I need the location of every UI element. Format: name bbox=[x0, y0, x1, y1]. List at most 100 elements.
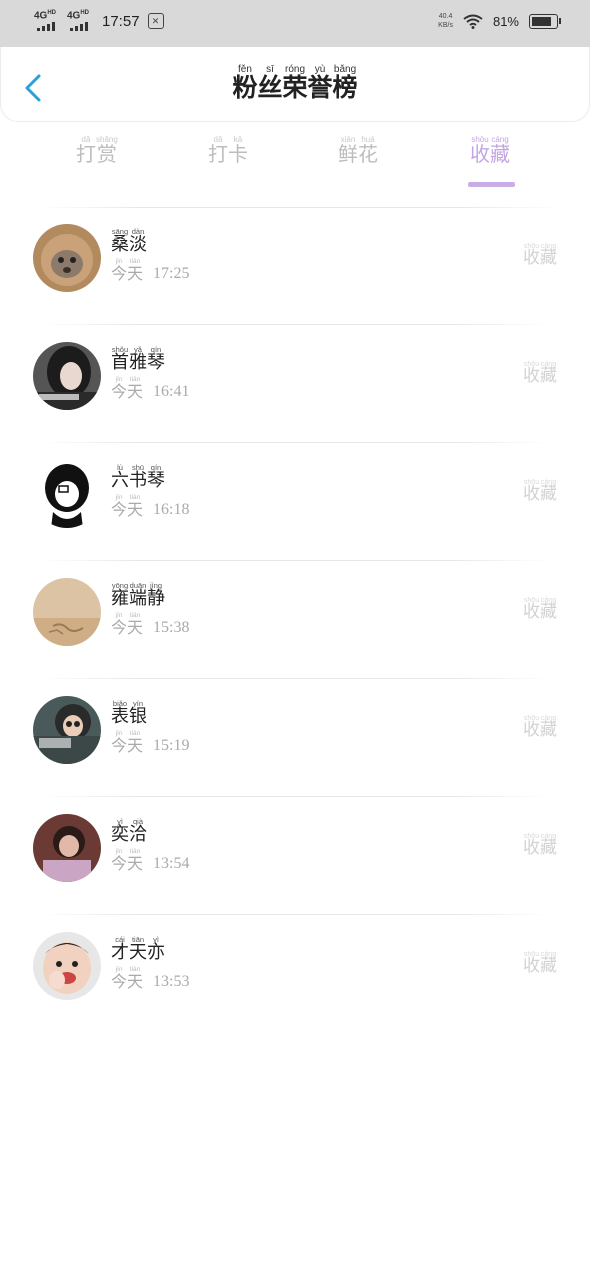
status-time: 17:57 bbox=[102, 12, 140, 30]
ruby-char: cáng 藏 bbox=[540, 833, 557, 858]
hanzi: 才 bbox=[111, 941, 129, 963]
time-value: 15:38 bbox=[153, 618, 190, 636]
hanzi: 卡 bbox=[228, 142, 248, 166]
ruby-char: xiān 鲜 bbox=[338, 136, 358, 165]
ruby-char: shǒu 首 bbox=[111, 346, 129, 372]
tab-reward[interactable]: dǎ 打 shǎng 赏 bbox=[76, 136, 118, 165]
hanzi: 琴 bbox=[147, 469, 165, 491]
hanzi: 藏 bbox=[540, 720, 557, 740]
hanzi: 雅 bbox=[129, 351, 147, 373]
ruby-char: yǎ 雅 bbox=[129, 346, 147, 372]
ruby-char: shōu 收 bbox=[523, 715, 540, 740]
list-item[interactable]: cái 才 tiān 天 yì 亦 jīn 今 tiān 天 13:53 shōu 收 cáng 藏 bbox=[0, 915, 590, 1033]
list-item[interactable]: sāng 桑 dàn 淡 jīn 今 tiān 天 17:25 shōu 收 cáng 藏 bbox=[0, 207, 590, 325]
day-label: jīn 今 tiān 天 bbox=[111, 376, 143, 401]
ruby-char: qín 琴 bbox=[147, 464, 165, 490]
hanzi: 花 bbox=[358, 142, 378, 166]
favorite-label: shōu 收 cáng 藏 bbox=[523, 243, 557, 268]
list-item[interactable]: biǎo 表 yín 银 jīn 今 tiān 天 15:19 shōu 收 cáng 藏 bbox=[0, 679, 590, 797]
battery-percent: 81% bbox=[492, 13, 519, 29]
ruby-char: jīn 今 bbox=[111, 376, 128, 401]
ruby-char: tiān 天 bbox=[127, 494, 143, 518]
ruby-char: lù 六 bbox=[111, 464, 129, 490]
hanzi: 首 bbox=[111, 351, 129, 373]
hanzi: 今 bbox=[111, 617, 128, 637]
avatar[interactable] bbox=[33, 696, 101, 764]
ruby-char: cáng 藏 bbox=[540, 951, 557, 976]
hanzi: 收 bbox=[470, 142, 490, 166]
hanzi: 藏 bbox=[540, 956, 557, 976]
ruby-char: sāng 桑 bbox=[111, 228, 129, 254]
day-label: jīn 今 tiān 天 bbox=[111, 612, 143, 637]
network-speed: 40.4 KB/s bbox=[438, 13, 453, 29]
ruby-char: fěn 粉 bbox=[232, 65, 257, 101]
hanzi: 今 bbox=[111, 853, 128, 873]
hanzi: 静 bbox=[147, 587, 165, 609]
battery-icon bbox=[529, 13, 561, 29]
ruby-char: cáng 藏 bbox=[540, 597, 557, 622]
ruby-char: tiān 天 bbox=[127, 730, 144, 755]
avatar[interactable] bbox=[33, 342, 101, 410]
hanzi: 银 bbox=[129, 705, 147, 727]
ruby-char: tiān 天 bbox=[127, 966, 143, 990]
user-name: cái 才 tiān 天 yì 亦 bbox=[111, 936, 165, 962]
avatar[interactable] bbox=[33, 932, 101, 1000]
hanzi: 藏 bbox=[540, 366, 557, 386]
ruby-char: yōng 雍 bbox=[111, 582, 129, 608]
ruby-char: shōu 收 bbox=[523, 361, 540, 386]
favorite-label: shōu 收 cáng 藏 bbox=[523, 833, 557, 858]
list-item[interactable]: shǒu 首 yǎ 雅 qín 琴 jīn 今 tiān 天 16:41 shōu 收 cáng 藏 bbox=[0, 325, 590, 443]
ruby-char: shōu 收 bbox=[523, 479, 540, 504]
ruby-char: jīn 今 bbox=[111, 848, 128, 873]
hanzi: 荣 bbox=[282, 73, 308, 102]
ruby-char: cáng 藏 bbox=[540, 479, 557, 504]
timestamp: jīn 今 tiān 天 15:38 bbox=[111, 612, 190, 637]
ruby-char: jīn 今 bbox=[111, 966, 127, 990]
list-item[interactable]: yōng 雍 duān 端 jìng 静 jīn 今 tiān 天 15:38 shōu 收 cáng 藏 bbox=[0, 561, 590, 679]
hanzi: 打 bbox=[208, 142, 228, 166]
hanzi: 洽 bbox=[129, 823, 147, 845]
status-bar: 4GHD 4GHD 17:57 ✕ 40.4 KB/s 81% bbox=[0, 0, 590, 47]
ruby-char: biǎo 表 bbox=[111, 700, 129, 726]
hanzi: 淡 bbox=[129, 233, 147, 255]
avatar[interactable] bbox=[33, 224, 101, 292]
user-name: lù 六 shū 书 qín 琴 bbox=[111, 464, 165, 490]
avatar[interactable] bbox=[33, 460, 101, 528]
avatar[interactable] bbox=[33, 814, 101, 882]
avatar[interactable] bbox=[33, 578, 101, 646]
time-value: 16:41 bbox=[153, 382, 190, 400]
ruby-char: duān 端 bbox=[129, 582, 147, 608]
ruby-char: jīn 今 bbox=[111, 612, 128, 637]
ruby-char: bǎng 榜 bbox=[333, 65, 358, 101]
hanzi: 收 bbox=[523, 720, 540, 740]
ruby-char: yín 银 bbox=[129, 700, 147, 726]
ruby-char: jīn 今 bbox=[111, 258, 128, 283]
signal-icon: 4GHD bbox=[67, 10, 95, 32]
wifi-icon bbox=[463, 14, 483, 29]
ruby-char: tiān 天 bbox=[127, 612, 143, 636]
tab-checkin[interactable]: dǎ 打 kǎ 卡 bbox=[208, 136, 248, 165]
hanzi: 桑 bbox=[111, 233, 129, 255]
ruby-char: yì 奕 bbox=[111, 818, 129, 844]
day-label: jīn 今 tiān 天 bbox=[111, 848, 143, 873]
timestamp: jīn 今 tiān 天 16:41 bbox=[111, 376, 190, 401]
list-item[interactable]: yì 奕 qià 洽 jīn 今 tiān 天 13:54 shōu 收 cáng 藏 bbox=[0, 797, 590, 915]
ruby-char: cáng 藏 bbox=[540, 361, 557, 386]
tab-flowers[interactable]: xiān 鲜 huā 花 bbox=[338, 136, 378, 165]
hanzi: 六 bbox=[111, 469, 129, 491]
ruby-char: kǎ 卡 bbox=[228, 136, 248, 165]
tab-favorites[interactable]: shōu 收 cáng 藏 bbox=[470, 136, 510, 165]
favorite-label: shōu 收 cáng 藏 bbox=[523, 715, 557, 740]
hanzi: 鲜 bbox=[338, 142, 358, 166]
hanzi: 藏 bbox=[540, 248, 557, 268]
hanzi: 今 bbox=[111, 381, 128, 401]
day-label: jīn 今 tiān 天 bbox=[111, 966, 143, 990]
hanzi: 今 bbox=[111, 735, 128, 755]
favorite-label: shōu 收 cáng 藏 bbox=[523, 361, 557, 386]
timestamp: jīn 今 tiān 天 16:18 bbox=[111, 494, 189, 518]
hanzi: 天 bbox=[127, 735, 144, 755]
list-item[interactable]: lù 六 shū 书 qín 琴 jīn 今 tiān 天 16:18 shōu 收 cáng 藏 bbox=[0, 443, 590, 561]
hanzi: 今 bbox=[111, 263, 128, 283]
ruby-char: shōu 收 bbox=[523, 833, 540, 858]
ruby-char: tiān 天 bbox=[127, 258, 143, 282]
